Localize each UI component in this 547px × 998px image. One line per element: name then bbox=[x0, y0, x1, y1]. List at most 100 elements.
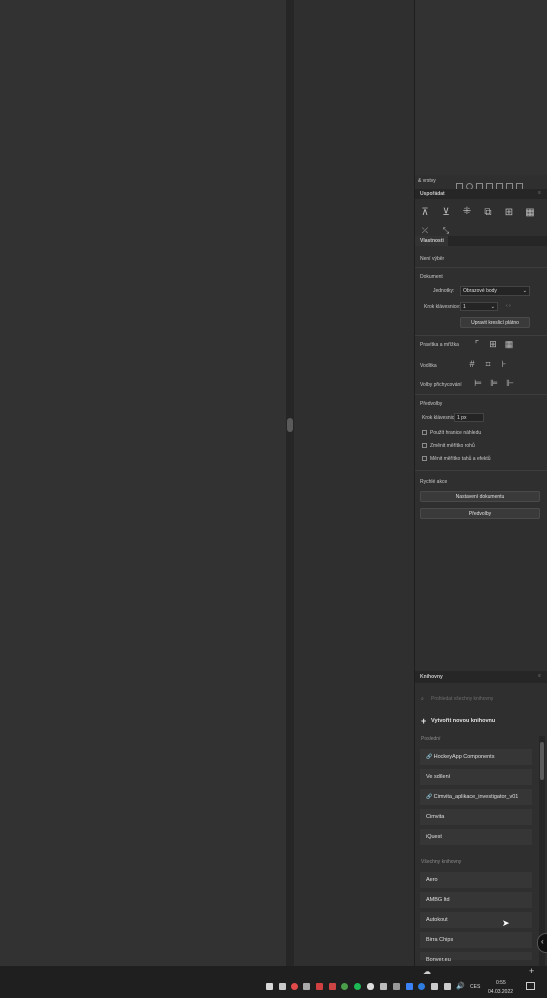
align-bottom-icon[interactable]: ⊻ bbox=[440, 207, 452, 218]
checkbox-scale-strokes[interactable] bbox=[422, 456, 427, 461]
windows-taskbar bbox=[0, 966, 547, 998]
grid-icon[interactable]: ⊞ bbox=[487, 339, 499, 350]
library-name: Birra Chips bbox=[426, 937, 454, 943]
grid-select[interactable]: 1 ⌄ bbox=[460, 302, 498, 311]
mouse-cursor-icon: ➤ bbox=[502, 918, 510, 928]
snap-glyph-icon[interactable]: ⊩ bbox=[504, 378, 516, 389]
layers-panel-body bbox=[415, 0, 547, 175]
align-panel-title: Uspořádat bbox=[420, 191, 445, 197]
add-anchor-icon[interactable]: ⊞ bbox=[503, 207, 515, 218]
secondary-canvas bbox=[294, 0, 414, 966]
units-select[interactable]: Obrazové body ⌄ bbox=[460, 286, 530, 296]
layers-panel-label: & vrstvy bbox=[418, 178, 436, 184]
library-scrollbar-thumb[interactable] bbox=[540, 742, 544, 780]
libraries-panel-title: Knihovny bbox=[420, 674, 443, 680]
snap-pixel-icon[interactable]: ⊫ bbox=[488, 378, 500, 389]
link-icon: 🔗 bbox=[426, 754, 434, 760]
checkbox-preview-bounds-label: Použít hranice náhledu bbox=[430, 430, 482, 436]
preferences-button[interactable]: Předvolby bbox=[420, 508, 540, 519]
add-icon[interactable]: + bbox=[529, 966, 534, 976]
notifications-icon[interactable] bbox=[526, 982, 535, 990]
document-settings-button[interactable]: Nastavení dokumentu bbox=[420, 491, 540, 502]
app-tray-icon-3[interactable] bbox=[303, 983, 310, 990]
library-list-item[interactable]: Aero bbox=[420, 872, 532, 888]
units-value: Obrazové body bbox=[463, 288, 497, 294]
divider bbox=[415, 470, 547, 471]
library-list-item[interactable]: Birra Chips bbox=[420, 932, 532, 948]
divider bbox=[415, 267, 547, 268]
panel-menu-icon[interactable]: ≡ bbox=[538, 190, 541, 196]
snap-options-label: Volby přichycování bbox=[420, 382, 462, 388]
checkbox-preview-bounds[interactable] bbox=[422, 430, 427, 435]
ruler-icon[interactable]: ⌜ bbox=[471, 339, 483, 350]
volume-icon[interactable]: 🔊 bbox=[456, 982, 465, 990]
lock-guides-icon[interactable]: ⌗ bbox=[482, 359, 494, 370]
library-name: Cimvita_aplikace_investigator_v01 bbox=[433, 794, 519, 800]
cut-path-icon[interactable]: ⤫ bbox=[419, 225, 431, 236]
network-icon[interactable] bbox=[444, 983, 451, 990]
divider-grip-handle[interactable] bbox=[287, 418, 293, 432]
show-guides-icon[interactable]: # bbox=[466, 359, 478, 370]
app-tray-icon-6[interactable] bbox=[341, 983, 348, 990]
keyboard-increment-label: Krok klávesnice: bbox=[422, 415, 459, 421]
plus-icon: + bbox=[421, 716, 427, 726]
no-selection-label: Není výběr bbox=[420, 256, 445, 262]
panel-menu-icon[interactable]: ≡ bbox=[538, 673, 541, 679]
library-list-item[interactable]: Cimvita bbox=[420, 809, 532, 825]
bluetooth-icon[interactable] bbox=[418, 983, 425, 990]
pixel-grid-icon[interactable]: ▦ bbox=[503, 339, 515, 350]
link-icon: 🔗 bbox=[426, 794, 434, 800]
app-tray-icon-2[interactable] bbox=[279, 983, 286, 990]
pattern-icon[interactable]: ▦ bbox=[524, 207, 536, 218]
library-list-item[interactable]: 🔗 HockeyApp Components bbox=[420, 749, 532, 765]
library-name: HockeyApp Components bbox=[433, 754, 495, 760]
language-indicator[interactable]: CES bbox=[470, 984, 480, 990]
align-top-icon[interactable]: ⊼ bbox=[419, 207, 431, 218]
library-name: Autokout bbox=[426, 917, 448, 923]
app-tray-icon-5[interactable] bbox=[329, 983, 336, 990]
stepper-icon[interactable]: ‹ › bbox=[506, 303, 511, 309]
cloud-icon[interactable]: ☁ bbox=[423, 967, 431, 976]
grid-value: 1 bbox=[463, 304, 466, 310]
rulers-grid-label: Pravítka a mřížka bbox=[420, 342, 459, 348]
chevron-left-icon: ‹ bbox=[541, 937, 544, 946]
grid-label: Krok klávesnice: bbox=[424, 304, 461, 310]
app-tray-icon-9[interactable] bbox=[406, 983, 413, 990]
library-list-item[interactable]: iQuest bbox=[420, 829, 532, 845]
record-tray-icon[interactable] bbox=[291, 983, 298, 990]
library-list-item[interactable]: Autokout bbox=[420, 912, 532, 928]
quick-actions-label: Rychlé akce bbox=[420, 479, 448, 485]
library-name: AMBG ltd bbox=[426, 897, 450, 903]
distribute-icon[interactable]: ⁜ bbox=[461, 206, 473, 217]
library-list-item[interactable]: Ve sdílení bbox=[420, 769, 532, 785]
cloud-tray-icon[interactable] bbox=[367, 983, 374, 990]
canvas-area[interactable] bbox=[0, 0, 286, 966]
library-name: iQuest bbox=[426, 834, 442, 840]
clock-time[interactable]: 0:55 bbox=[496, 980, 506, 986]
app-tray-icon-7[interactable] bbox=[380, 983, 387, 990]
smart-guides-icon[interactable]: ⊦ bbox=[498, 359, 510, 370]
library-search-input[interactable]: Prohledat všechny knihovny bbox=[431, 696, 493, 702]
app-tray-icon-10[interactable] bbox=[431, 983, 438, 990]
clock-date[interactable]: 04.03.2022 bbox=[488, 989, 513, 995]
checkbox-scale-corners[interactable] bbox=[422, 443, 427, 448]
snap-point-icon[interactable]: ⊨ bbox=[472, 378, 484, 389]
app-tray-icon-1[interactable] bbox=[266, 983, 273, 990]
keyboard-increment-input[interactable]: 1 px bbox=[454, 413, 484, 422]
app-tray-icon-8[interactable] bbox=[393, 983, 400, 990]
units-label: Jednotky: bbox=[433, 288, 455, 294]
app-tray-icon-4[interactable] bbox=[316, 983, 323, 990]
create-library-button[interactable]: Vytvořit novou knihovnu bbox=[431, 718, 495, 724]
edit-artboards-button[interactable]: Upravit kreslicí plátno bbox=[460, 317, 530, 328]
reshape-icon[interactable]: ⤡ bbox=[440, 225, 452, 236]
guides-label: Vodítka bbox=[420, 363, 437, 369]
chevron-down-icon: ⌄ bbox=[490, 304, 495, 310]
library-list-item[interactable]: AMBG ltd bbox=[420, 892, 532, 908]
transform-icon[interactable]: ⧉ bbox=[482, 207, 494, 218]
panel-divider[interactable] bbox=[286, 0, 294, 966]
divider bbox=[415, 335, 547, 336]
divider bbox=[415, 394, 547, 395]
library-list-item[interactable]: Bonver.eu bbox=[420, 952, 532, 963]
spotify-icon[interactable] bbox=[354, 983, 361, 990]
library-list-item[interactable]: 🔗 Cimvita_aplikace_investigator_v01 bbox=[420, 789, 532, 805]
